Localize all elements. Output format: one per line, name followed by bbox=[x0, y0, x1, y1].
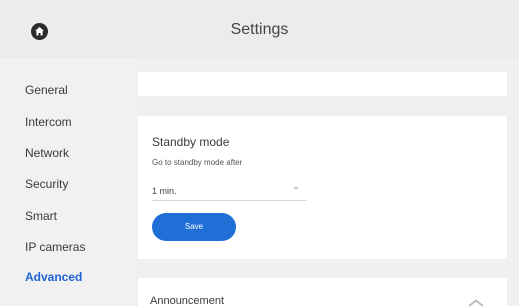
page-title: Settings bbox=[230, 21, 289, 38]
standby-delay-value: 1 min. bbox=[152, 186, 177, 196]
standby-mode-title: Standby mode bbox=[152, 135, 230, 149]
sidebar: General Intercom Network Security Smart … bbox=[0, 58, 136, 306]
standby-mode-description: Go to standby mode after bbox=[152, 158, 243, 167]
announcement-title: Announcement bbox=[150, 295, 224, 306]
announcement-card: Announcement bbox=[138, 278, 507, 306]
save-button[interactable]: Save bbox=[152, 213, 236, 241]
standby-mode-card: Standby mode Go to standby mode after 1 … bbox=[138, 116, 507, 259]
sidebar-item-intercom[interactable]: Intercom bbox=[25, 115, 72, 129]
sidebar-item-security[interactable]: Security bbox=[25, 177, 68, 191]
chevron-up-icon[interactable] bbox=[467, 299, 485, 306]
sidebar-item-general[interactable]: General bbox=[25, 83, 68, 97]
sidebar-item-advanced[interactable]: Advanced bbox=[25, 270, 82, 284]
sidebar-item-network[interactable]: Network bbox=[25, 146, 69, 160]
sidebar-item-ip-cameras[interactable]: IP cameras bbox=[25, 240, 85, 254]
standby-delay-select[interactable]: 1 min. bbox=[152, 179, 307, 201]
chevron-down-icon bbox=[293, 187, 299, 190]
sidebar-item-smart[interactable]: Smart bbox=[25, 209, 57, 223]
header-bar: Settings bbox=[0, 0, 519, 58]
top-settings-card bbox=[138, 72, 507, 96]
